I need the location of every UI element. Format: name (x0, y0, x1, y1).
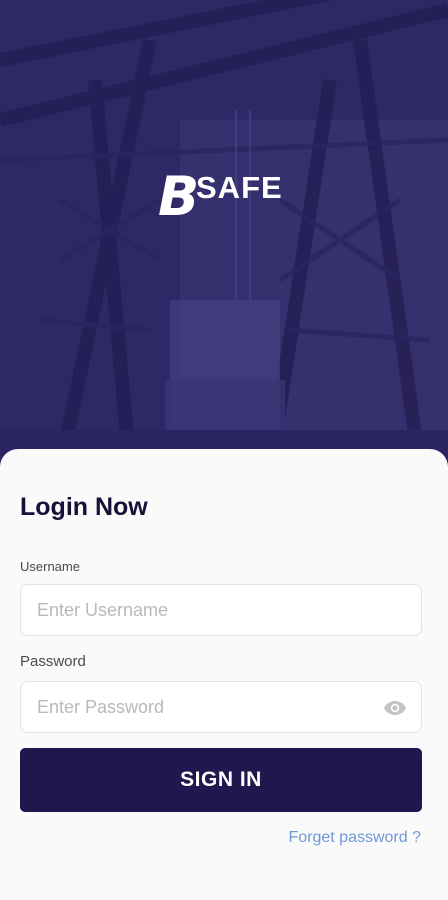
page-title: Login Now (20, 493, 148, 521)
sign-in-button[interactable]: SIGN IN (20, 748, 422, 812)
hero-background: B SAFE (0, 0, 448, 470)
crane-background-image (0, 0, 448, 470)
logo-letter: B (158, 165, 199, 228)
password-label: Password (20, 653, 86, 670)
username-field[interactable] (20, 584, 422, 636)
eye-icon[interactable] (382, 696, 408, 720)
username-input[interactable] (21, 585, 421, 635)
password-input[interactable] (21, 682, 421, 732)
logo-word: SAFE (196, 170, 283, 205)
brand-logo: B SAFE (158, 168, 288, 228)
forgot-password-link[interactable]: Forget password ? (288, 829, 421, 847)
password-field[interactable] (20, 681, 422, 733)
username-label: Username (20, 559, 80, 574)
